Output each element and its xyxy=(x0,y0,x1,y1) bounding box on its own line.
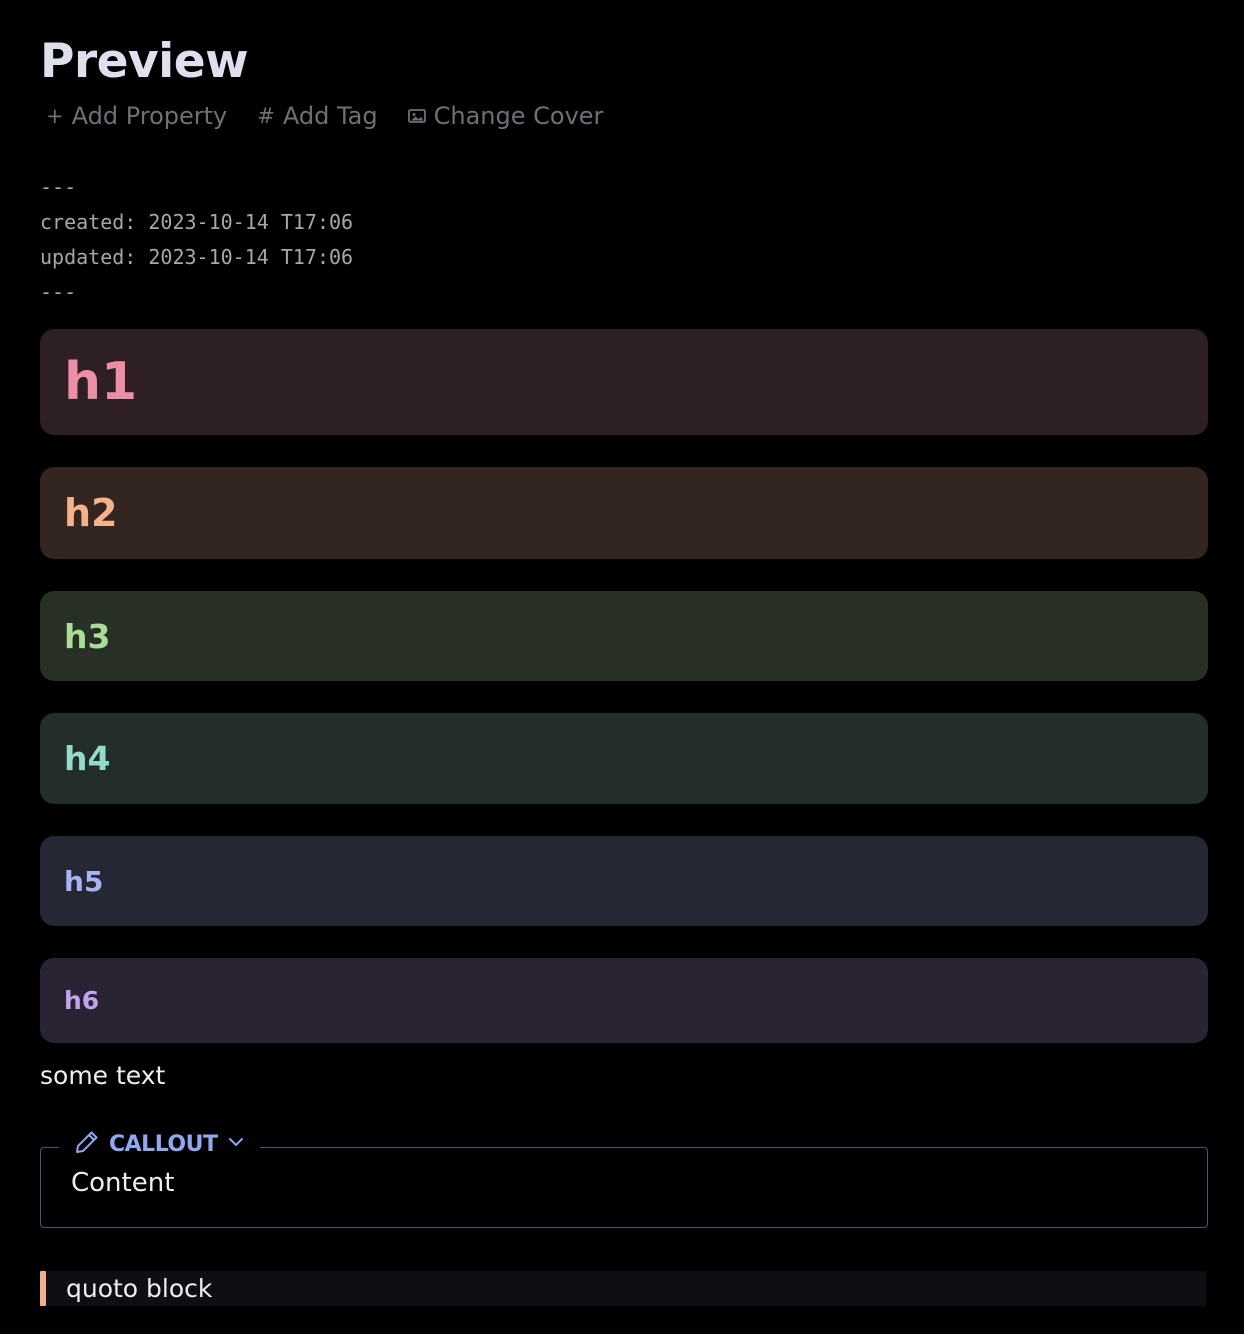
page-meta-actions: + Add Property # Add Tag Change Cover xyxy=(46,98,603,134)
heading-h2-block[interactable]: h2 xyxy=(40,467,1208,559)
frontmatter-block[interactable]: --- created: 2023-10-14 T17:06 updated: … xyxy=(40,170,353,310)
callout-header[interactable]: CALLOUT xyxy=(59,1124,260,1164)
heading-h5-text: h5 xyxy=(64,864,104,898)
change-cover-button[interactable]: Change Cover xyxy=(407,98,604,134)
heading-h5-block[interactable]: h5 xyxy=(40,836,1208,926)
frontmatter-close-delimiter: --- xyxy=(40,280,77,304)
plus-icon: + xyxy=(46,104,64,128)
callout-block[interactable]: CALLOUT Content xyxy=(40,1124,1208,1228)
change-cover-label: Change Cover xyxy=(433,102,604,130)
page-title[interactable]: Preview xyxy=(40,32,249,92)
heading-h1-block[interactable]: h1 xyxy=(40,329,1208,435)
chevron-down-icon[interactable] xyxy=(226,1132,246,1156)
pencil-icon xyxy=(73,1128,101,1160)
heading-h4-text: h4 xyxy=(64,739,111,778)
paragraph-text[interactable]: some text xyxy=(40,1058,165,1094)
callout-title: CALLOUT xyxy=(109,1131,218,1157)
frontmatter-created: created: 2023-10-14 T17:06 xyxy=(40,210,354,234)
heading-h1-text: h1 xyxy=(64,352,138,412)
add-property-button[interactable]: + Add Property xyxy=(46,98,227,134)
hash-icon: # xyxy=(257,104,275,128)
heading-h2-text: h2 xyxy=(64,491,118,535)
add-tag-button[interactable]: # Add Tag xyxy=(257,98,377,134)
callout-content[interactable]: Content xyxy=(71,1166,174,1200)
image-icon xyxy=(407,108,426,124)
frontmatter-open-delimiter: --- xyxy=(40,175,77,199)
heading-h4-block[interactable]: h4 xyxy=(40,713,1208,804)
frontmatter-updated: updated: 2023-10-14 T17:06 xyxy=(40,245,354,269)
heading-h6-block[interactable]: h6 xyxy=(40,958,1208,1043)
add-property-label: Add Property xyxy=(71,102,228,130)
quote-accent-bar xyxy=(40,1271,46,1306)
quote-block[interactable]: quoto block xyxy=(40,1271,1206,1306)
heading-h3-block[interactable]: h3 xyxy=(40,591,1208,681)
quote-text: quoto block xyxy=(66,1274,213,1303)
heading-h6-text: h6 xyxy=(64,986,100,1015)
add-tag-label: Add Tag xyxy=(282,102,378,130)
heading-h3-text: h3 xyxy=(64,616,111,656)
